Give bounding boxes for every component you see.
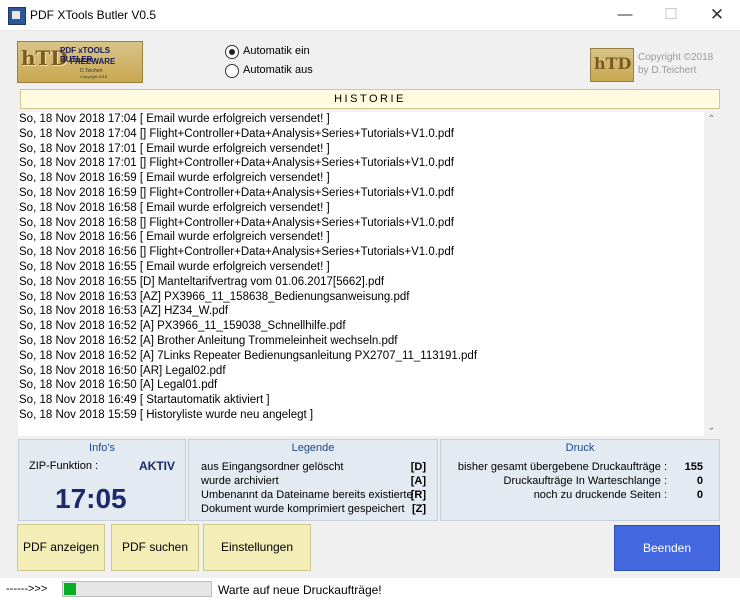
druck-title: Druck <box>565 442 595 454</box>
legend-code: [Z] <box>411 503 426 515</box>
history-scrollbar[interactable]: ⌃ ⌄ <box>704 112 719 436</box>
title-bar: PDF XTools Butler V0.5 — ☐ ✕ <box>0 0 740 31</box>
progress-fill <box>64 583 76 595</box>
legend-text: Dokument wurde komprimiert gespeichert <box>201 503 405 515</box>
history-entry[interactable]: So, 18 Nov 2018 17:01 [ Email wurde erfo… <box>18 142 704 157</box>
info-title: Info's <box>89 442 115 454</box>
druck-label: Druckaufträge In Warteschlange : <box>503 475 667 487</box>
history-entry[interactable]: So, 18 Nov 2018 16:53 [AZ] PX3966_11_158… <box>18 290 704 305</box>
history-entry[interactable]: So, 18 Nov 2018 17:01 [] Flight+Controll… <box>18 156 704 171</box>
copyright-author: by D.Teichert <box>638 65 697 76</box>
druck-label: bisher gesamt übergebene Druckaufträge : <box>457 461 667 473</box>
druck-item: noch zu druckende Seiten : 0 <box>441 489 711 503</box>
legend-code: [R] <box>410 489 426 501</box>
history-entry[interactable]: So, 18 Nov 2018 16:52 [A] PX3966_11_1590… <box>18 319 704 334</box>
druck-panel: Druck bisher gesamt übergebene Druckauft… <box>440 439 720 521</box>
legend-item: Dokument wurde komprimiert gespeichert [… <box>201 503 426 517</box>
window-title: PDF XTools Butler V0.5 <box>30 8 157 22</box>
history-list[interactable]: So, 18 Nov 2018 17:04 [ Email wurde erfo… <box>18 112 704 436</box>
druck-item: bisher gesamt übergebene Druckaufträge :… <box>441 461 711 475</box>
history-entry[interactable]: So, 18 Nov 2018 16:50 [A] Legal01.pdf <box>18 378 704 393</box>
beenden-button[interactable]: Beenden <box>614 525 720 571</box>
history-entry[interactable]: So, 18 Nov 2018 16:53 [AZ] HZ34_W.pdf <box>18 304 704 319</box>
legende-title: Legende <box>291 442 335 454</box>
clock: 17:05 <box>55 483 127 514</box>
radio-selected-icon[interactable] <box>225 45 239 59</box>
legend-text: wurde archiviert <box>201 475 279 487</box>
history-entry[interactable]: So, 18 Nov 2018 16:55 [ Email wurde erfo… <box>18 260 704 275</box>
pdf-suchen-button[interactable]: PDF suchen <box>111 524 199 571</box>
legend-item: Umbenannt da Dateiname bereits existiert… <box>201 489 426 503</box>
radio-unselected-icon[interactable] <box>225 64 239 78</box>
close-button[interactable]: ✕ <box>694 0 740 30</box>
history-entry[interactable]: So, 18 Nov 2018 16:55 [D] Manteltarifver… <box>18 275 704 290</box>
history-entry[interactable]: So, 18 Nov 2018 16:56 [] Flight+Controll… <box>18 245 704 260</box>
logo-copyright: Copyright 2018 <box>80 74 108 79</box>
app-icon <box>8 7 26 25</box>
history-entry[interactable]: So, 18 Nov 2018 16:49 [ Startautomatik a… <box>18 393 704 408</box>
history-entry[interactable]: So, 18 Nov 2018 15:59 [ Historyliste wur… <box>18 408 704 423</box>
legend-item: wurde archiviert [A] <box>201 475 426 489</box>
druck-label: noch zu druckende Seiten : <box>533 489 667 501</box>
status-arrow: ------>>> <box>6 583 48 595</box>
history-entry[interactable]: So, 18 Nov 2018 16:59 [ Email wurde erfo… <box>18 171 704 186</box>
legend-text: aus Eingangsordner gelöscht <box>201 461 344 473</box>
scroll-up-icon[interactable]: ⌃ <box>704 114 719 126</box>
history-entry[interactable]: So, 18 Nov 2018 17:04 [] Flight+Controll… <box>18 127 704 142</box>
minimize-button[interactable]: — <box>602 0 648 30</box>
info-panel: Info's ZIP-Funktion : AKTIV 17:05 <box>18 439 186 521</box>
historie-header: HISTORIE <box>20 89 720 109</box>
logo-subtitle: FREEWARE <box>70 57 116 66</box>
history-entry[interactable]: So, 18 Nov 2018 16:58 [ Email wurde erfo… <box>18 201 704 216</box>
radio-label: Automatik ein <box>243 45 310 57</box>
zip-label: ZIP-Funktion : <box>29 460 99 472</box>
maximize-button[interactable]: ☐ <box>648 0 694 30</box>
einstellungen-button[interactable]: Einstellungen <box>203 524 311 571</box>
logo-mark: hTD <box>21 46 68 70</box>
history-entry[interactable]: So, 18 Nov 2018 16:52 [A] Brother Anleit… <box>18 334 704 349</box>
zip-status: AKTIV <box>139 459 175 473</box>
legend-text: Umbenannt da Dateiname bereits existiert… <box>201 489 413 501</box>
legend-item: aus Eingangsordner gelöscht [D] <box>201 461 426 475</box>
legend-code: [D] <box>410 461 426 473</box>
radio-label: Automatik aus <box>243 64 313 76</box>
legend-code: [A] <box>410 475 426 487</box>
druck-value: 0 <box>696 489 703 501</box>
main-window: hTD PDF xTOOLS BUTLER FREEWARE D.Teicher… <box>0 31 740 597</box>
scroll-down-icon[interactable]: ⌄ <box>704 422 719 434</box>
druck-item: Druckaufträge In Warteschlange : 0 <box>441 475 711 489</box>
legende-panel: Legende aus Eingangsordner gelöscht [D] … <box>188 439 438 521</box>
logo-banner: hTD PDF xTOOLS BUTLER FREEWARE D.Teicher… <box>17 41 143 83</box>
copyright-text: Copyright ©2018 by D.Teichert <box>638 51 713 77</box>
logo-small-mark: hTD <box>594 54 632 73</box>
history-entry[interactable]: So, 18 Nov 2018 16:50 [AR] Legal02.pdf <box>18 364 704 379</box>
logo-small: hTD <box>590 48 634 82</box>
copyright-line: Copyright ©2018 <box>638 52 714 63</box>
history-entry[interactable]: So, 18 Nov 2018 16:58 [] Flight+Controll… <box>18 216 704 231</box>
druck-value: 0 <box>696 475 703 487</box>
history-entry[interactable]: So, 18 Nov 2018 16:59 [] Flight+Controll… <box>18 186 704 201</box>
druck-value: 155 <box>684 461 703 473</box>
status-text: Warte auf neue Druckaufträge! <box>218 583 382 597</box>
history-entry[interactable]: So, 18 Nov 2018 16:52 [A] 7Links Repeate… <box>18 349 704 364</box>
progress-bar <box>62 581 212 597</box>
pdf-anzeigen-button[interactable]: PDF anzeigen <box>17 524 105 571</box>
history-entry[interactable]: So, 18 Nov 2018 17:04 [ Email wurde erfo… <box>18 112 704 127</box>
history-entry[interactable]: So, 18 Nov 2018 16:56 [ Email wurde erfo… <box>18 230 704 245</box>
